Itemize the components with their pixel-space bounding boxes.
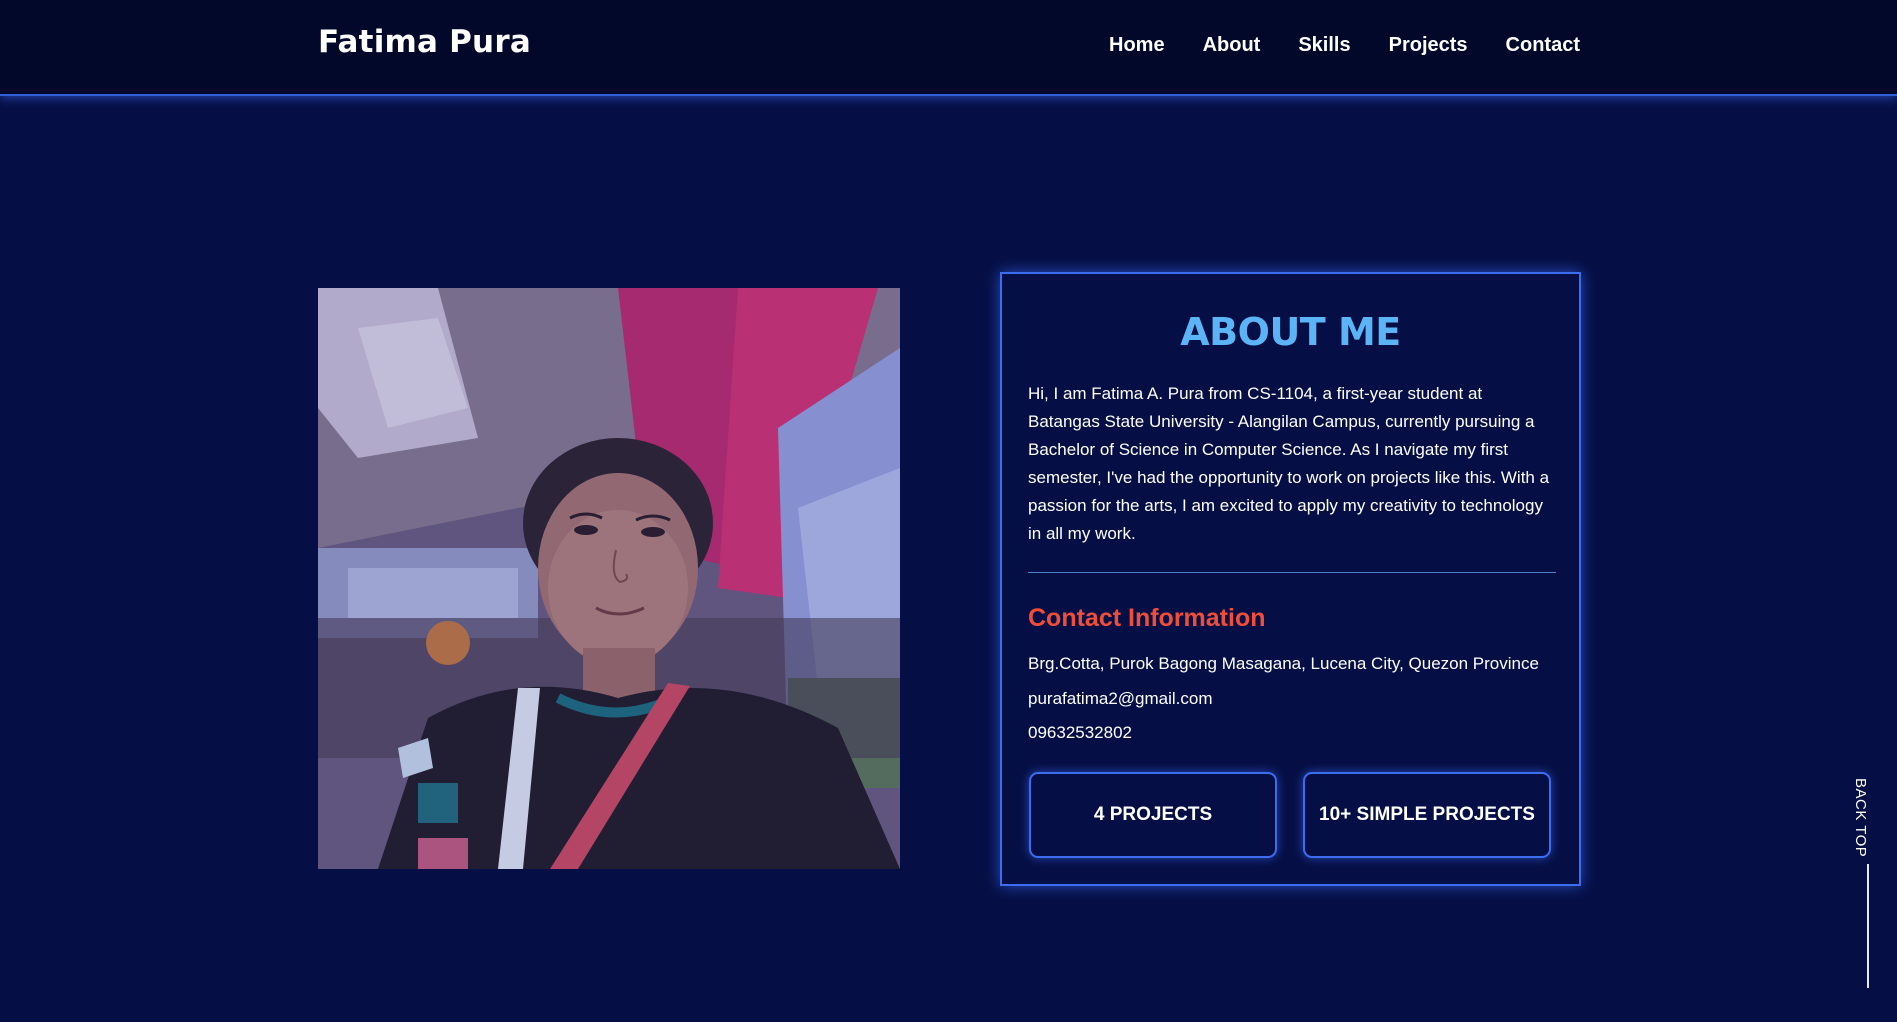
nav-projects[interactable]: Projects	[1389, 34, 1468, 57]
divider	[1028, 572, 1556, 573]
contact-phone: 09632532802	[1028, 723, 1133, 742]
nav-skills[interactable]: Skills	[1298, 34, 1350, 57]
back-top-link[interactable]: BACK TOP	[1850, 778, 1880, 990]
profile-photo	[318, 288, 900, 869]
site-header: Fatima Pura Home About Skills Projects C…	[0, 0, 1897, 96]
nav-about[interactable]: About	[1203, 34, 1261, 57]
back-top-line	[1867, 864, 1869, 988]
nav-home[interactable]: Home	[1109, 34, 1165, 57]
nav-contact[interactable]: Contact	[1506, 34, 1580, 57]
about-card: ABOUT ME Hi, I am Fatima A. Pura from CS…	[1000, 272, 1581, 886]
main-nav: Home About Skills Projects Contact	[1109, 34, 1580, 57]
contact-heading: Contact Information	[1028, 604, 1266, 632]
simple-projects-button[interactable]: 10+ SIMPLE PROJECTS	[1303, 772, 1551, 858]
brand-logo[interactable]: Fatima Pura	[318, 24, 531, 60]
projects-count-button[interactable]: 4 PROJECTS	[1029, 772, 1277, 858]
back-top-label: BACK TOP	[1852, 778, 1869, 858]
about-title: ABOUT ME	[1180, 310, 1401, 354]
contact-email: purafatima2@gmail.com	[1028, 689, 1213, 708]
about-bio: Hi, I am Fatima A. Pura from CS-1104, a …	[1028, 384, 1550, 543]
contact-address: Brg.Cotta, Purok Bagong Masagana, Lucena…	[1028, 654, 1539, 673]
